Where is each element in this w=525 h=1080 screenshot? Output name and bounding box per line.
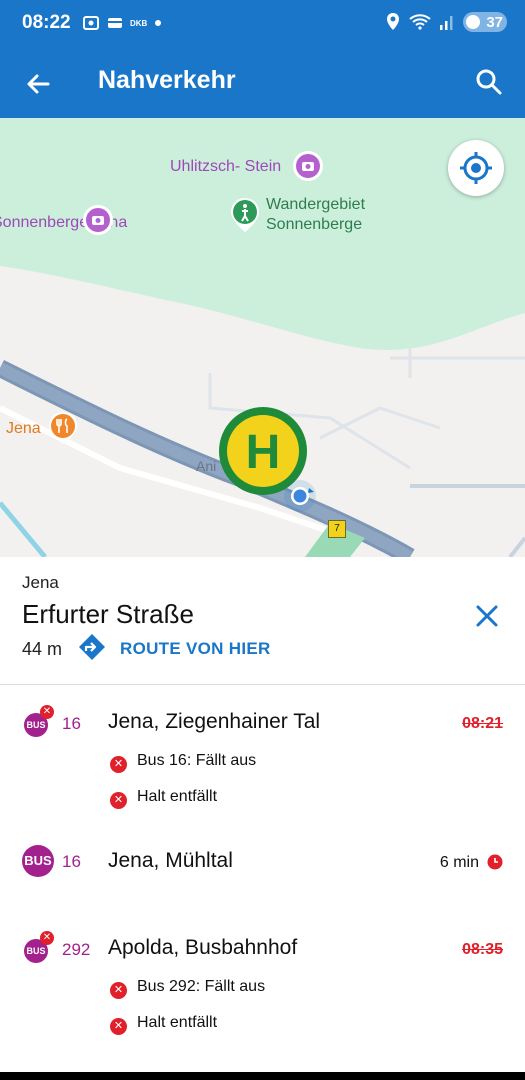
destination: Jena, Mühltal xyxy=(108,849,233,872)
wallet-icon xyxy=(108,18,122,28)
alert-x-icon: ✕ xyxy=(110,792,127,809)
map-view[interactable]: Uhlitzsch- Stein Sonnenberge Jena Wander… xyxy=(0,118,525,557)
system-nav-bar xyxy=(0,1072,525,1080)
notice-text: Halt entfällt xyxy=(137,1014,218,1031)
status-bar: 08:22 DKB 37 xyxy=(0,0,525,48)
signal-icon xyxy=(440,16,453,30)
poi-label-wandergebiet[interactable]: Wandergebiet Sonnenberge xyxy=(266,195,386,235)
notice-item: ✕ Bus 292: Fällt aus xyxy=(110,978,265,999)
line-number: 16 xyxy=(62,852,81,871)
line-number: 292 xyxy=(62,940,91,959)
street-label: Ani xyxy=(196,458,217,474)
bus-badge-label: BUS xyxy=(24,853,52,868)
battery-indicator: 37 xyxy=(463,12,507,32)
alert-x-icon: ✕ xyxy=(110,982,127,999)
departure-row[interactable]: BUS ✕ 16 Jena, Ziegenhainer Tal 08:21 ✕ B… xyxy=(0,685,525,825)
line-number: 16 xyxy=(62,714,81,733)
realtime-clock-icon xyxy=(487,854,503,870)
search-icon[interactable] xyxy=(473,66,505,98)
bus-icon: BUS ✕ xyxy=(24,705,54,737)
departure-row[interactable]: BUS 16 Jena, Mühltal 6 min xyxy=(0,825,525,925)
route-shield: 7 xyxy=(328,520,346,538)
notice-item: ✕ Halt entfällt xyxy=(110,788,217,809)
status-icons-right: 37 xyxy=(385,12,507,32)
status-time: 08:22 xyxy=(22,12,71,33)
bus-icon: BUS xyxy=(22,845,54,877)
departure-row[interactable]: BUS ✕ 292 Apolda, Busbahnhof 08:35 ✕ Bus … xyxy=(0,925,525,1070)
crosshair-icon xyxy=(460,152,492,184)
dot-icon xyxy=(155,20,162,26)
park-area xyxy=(0,118,525,350)
notice-text: Halt entfällt xyxy=(137,788,218,805)
restaurant-poi-icon[interactable] xyxy=(46,410,80,446)
close-icon[interactable] xyxy=(472,601,502,631)
page-title: Nahverkehr xyxy=(98,66,236,94)
bus-badge-label: BUS xyxy=(26,720,46,730)
notice-item: ✕ Halt entfällt xyxy=(110,1014,217,1035)
minor-road xyxy=(390,348,525,378)
screenshot-icon xyxy=(83,16,99,30)
destination: Jena, Ziegenhainer Tal xyxy=(108,710,321,733)
bus-badge-label: BUS xyxy=(26,946,46,956)
status-icons-left: DKB xyxy=(82,14,163,32)
departure-time: 08:35 xyxy=(462,941,503,958)
battery-level: 37 xyxy=(486,13,503,31)
destination: Apolda, Busbahnhof xyxy=(108,936,298,959)
wifi-icon xyxy=(409,14,431,30)
departure-time: 08:21 xyxy=(462,715,503,732)
battery-saver-icon xyxy=(466,15,480,29)
route-from-here-link[interactable]: ROUTE VON HIER xyxy=(120,639,271,659)
directions-icon[interactable] xyxy=(78,633,106,661)
notice-item: ✕ Bus 16: Fällt aus xyxy=(110,752,256,773)
notice-text: Bus 16: Fällt aus xyxy=(137,752,257,769)
camera-poi-icon[interactable] xyxy=(82,204,114,236)
poi-label-uhlitzsch[interactable]: Uhlitzsch- Stein xyxy=(170,158,281,176)
location-status-icon xyxy=(387,13,399,30)
notice-text: Bus 292: Fällt aus xyxy=(137,978,266,995)
cancelled-icon: ✕ xyxy=(40,705,54,719)
dkb-icon: DKB xyxy=(130,18,148,28)
locate-me-button[interactable] xyxy=(448,140,504,196)
back-arrow-icon[interactable] xyxy=(22,68,54,100)
bus-icon: BUS ✕ xyxy=(24,931,54,963)
poi-label-restaurant[interactable]: Jena xyxy=(6,420,41,438)
departure-time: 6 min xyxy=(439,854,479,871)
alert-x-icon: ✕ xyxy=(110,1018,127,1035)
stop-sign-letter: H xyxy=(246,426,281,479)
river xyxy=(0,501,47,557)
stop-info-panel: Jena Erfurter Straße 44 m ROUTE VON HIER xyxy=(0,557,525,685)
current-location-marker-icon xyxy=(284,480,316,512)
minor-road xyxy=(508,536,525,557)
app-bar: Nahverkehr xyxy=(0,48,525,118)
hiking-poi-icon[interactable] xyxy=(228,196,262,234)
alert-x-icon: ✕ xyxy=(110,756,127,773)
stop-city: Jena xyxy=(22,573,59,592)
stop-distance: 44 m xyxy=(22,639,63,659)
stop-name: Erfurter Straße xyxy=(22,599,194,629)
camera-poi-icon[interactable] xyxy=(292,150,324,182)
cancelled-icon: ✕ xyxy=(40,931,54,945)
